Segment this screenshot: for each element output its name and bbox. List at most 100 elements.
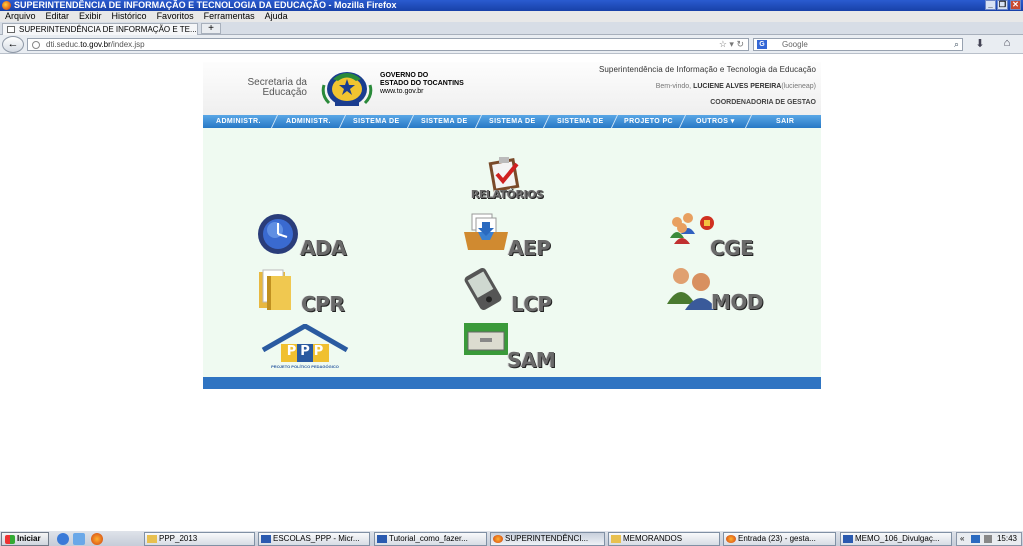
menu-item-projeto-pc[interactable]: PROJETO PC bbox=[611, 115, 687, 128]
app-sam[interactable]: SAM bbox=[463, 322, 573, 374]
menu-item-sair[interactable]: SAIR bbox=[746, 115, 824, 128]
volume-icon[interactable] bbox=[983, 534, 992, 543]
taskbar-item-label: Tutorial_como_fazer... bbox=[389, 534, 468, 543]
firefox-icon bbox=[493, 535, 503, 543]
clock-icon bbox=[258, 214, 298, 254]
app-ppp[interactable]: PPP PROJETO POLÍTICO PEDAGÓGICO bbox=[259, 324, 351, 376]
minimize-button[interactable]: _ bbox=[985, 0, 996, 10]
download-icon[interactable]: ⬇ bbox=[972, 37, 988, 52]
search-placeholder: Google bbox=[782, 40, 808, 49]
word-icon bbox=[843, 535, 853, 543]
taskbar-item-ppp2013[interactable]: PPP_2013 bbox=[144, 532, 255, 546]
app-cge[interactable]: CGE bbox=[668, 212, 778, 262]
welcome-prefix: Bem-vindo, bbox=[655, 83, 694, 90]
ie-quicklaunch-icon[interactable] bbox=[57, 533, 69, 545]
menu-historico[interactable]: Histórico bbox=[107, 11, 152, 22]
app-cpr[interactable]: CPR bbox=[253, 268, 363, 318]
app-label-ada: ADA bbox=[300, 236, 347, 260]
menu-item-label: SISTEMA DE bbox=[557, 118, 604, 125]
firefox-quicklaunch-icon[interactable] bbox=[91, 533, 103, 545]
superintendencia-title: Superintendência de Informação e Tecnolo… bbox=[598, 65, 816, 74]
taskbar-item-tutorial[interactable]: Tutorial_como_fazer... bbox=[374, 532, 487, 546]
app-launcher-panel: RELATÓRIOS ADA AEP CGE CPR LCP MOD PPP P… bbox=[203, 128, 821, 377]
tab-strip: SUPERINTENDÊNCIA DE INFORMAÇÃO E TE... + bbox=[0, 22, 1023, 35]
browser-tab[interactable]: SUPERINTENDÊNCIA DE INFORMAÇÃO E TE... bbox=[2, 23, 198, 35]
windows-logo-icon bbox=[5, 535, 15, 544]
app-label-cpr: CPR bbox=[301, 292, 345, 316]
search-input[interactable]: G Google ⌕ bbox=[753, 38, 963, 51]
taskbar-item-label: SUPERINTENDÊNCI... bbox=[505, 534, 589, 543]
taskbar-item-memo106[interactable]: MEMO_106_Divulgaç... bbox=[840, 532, 952, 546]
tray-expand-icon[interactable]: « bbox=[957, 534, 964, 543]
search-icon[interactable]: ⌕ bbox=[954, 39, 959, 50]
app-relatorios[interactable]: RELATÓRIOS bbox=[471, 154, 561, 204]
menu-item-label: ADMINISTR. bbox=[216, 118, 261, 125]
app-lcp[interactable]: LCP bbox=[459, 268, 569, 318]
show-desktop-icon[interactable] bbox=[73, 533, 85, 545]
menu-item-label: OUTROS ▾ bbox=[696, 118, 735, 125]
menu-item-label: SISTEMA DE bbox=[489, 118, 536, 125]
start-button[interactable]: Iniciar bbox=[1, 532, 49, 546]
bookmark-star-icon[interactable]: ☆ bbox=[719, 39, 727, 49]
taskbar-item-label: PPP_2013 bbox=[159, 534, 198, 543]
taskbar-item-label: MEMO_106_Divulgaç... bbox=[855, 534, 940, 543]
government-label: GOVERNO DO ESTADO DO TOCANTINS www.to.go… bbox=[380, 72, 464, 96]
gov-line-2: ESTADO DO TOCANTINS bbox=[380, 80, 464, 87]
menu-ferramentas[interactable]: Ferramentas bbox=[199, 11, 260, 22]
google-icon[interactable]: G bbox=[757, 40, 767, 49]
page-footer-bar bbox=[203, 377, 821, 389]
back-button[interactable]: ← bbox=[2, 36, 24, 53]
app-ada[interactable]: ADA bbox=[256, 212, 366, 262]
taskbar-item-superintendencia[interactable]: SUPERINTENDÊNCI... bbox=[490, 532, 605, 546]
pda-device-icon bbox=[464, 268, 502, 310]
menu-item-administr-2[interactable]: ADMINISTR. bbox=[271, 115, 347, 128]
folder-icon bbox=[259, 269, 291, 310]
menu-item-sistema-2[interactable]: SISTEMA DE bbox=[407, 115, 483, 128]
reload-icon[interactable]: ↻ bbox=[736, 39, 744, 49]
start-label: Iniciar bbox=[17, 534, 41, 543]
history-dropdown-icon[interactable]: ▾ bbox=[729, 39, 734, 49]
system-tray: « 15:43 bbox=[956, 532, 1022, 546]
url-bar[interactable]: dti.seduc.to.gov.br/index.jsp ☆ ▾ ↻ bbox=[27, 38, 749, 51]
menu-favoritos[interactable]: Favoritos bbox=[152, 11, 199, 22]
menu-item-outros[interactable]: OUTROS ▾ bbox=[679, 115, 753, 128]
menu-exibir[interactable]: Exibir bbox=[74, 11, 107, 22]
menu-bar: Arquivo Editar Exibir Histórico Favoritos Fer… bbox=[0, 11, 1023, 22]
home-icon[interactable]: ⌂ bbox=[999, 37, 1015, 52]
tocantins-seal-icon bbox=[321, 72, 373, 106]
taskbar-item-memorandos[interactable]: MEMORANDOS bbox=[608, 532, 720, 546]
app-mod[interactable]: MOD bbox=[665, 266, 775, 316]
taskbar-item-label: Entrada (23) - gesta... bbox=[738, 534, 816, 543]
app-label-sam: SAM bbox=[507, 348, 556, 372]
menu-item-label: SISTEMA DE bbox=[353, 118, 400, 125]
network-icon[interactable] bbox=[970, 534, 980, 543]
app-aep[interactable]: AEP bbox=[462, 212, 572, 262]
close-button[interactable]: ✕ bbox=[1010, 0, 1021, 10]
user-login: (lucieneap) bbox=[781, 83, 816, 90]
menu-item-sistema-4[interactable]: SISTEMA DE bbox=[543, 115, 619, 128]
restore-button[interactable]: ❐ bbox=[997, 0, 1008, 10]
gov-line-1: GOVERNO DO bbox=[380, 72, 429, 79]
taskbar-item-entrada[interactable]: Entrada (23) - gesta... bbox=[723, 532, 836, 546]
menu-arquivo[interactable]: Arquivo bbox=[0, 11, 41, 22]
app-label-relatorios: RELATÓRIOS bbox=[471, 188, 544, 201]
new-tab-button[interactable]: + bbox=[201, 23, 221, 34]
app-label-aep: AEP bbox=[508, 236, 551, 260]
taskbar-item-escolas-ppp[interactable]: ESCOLAS_PPP - Micr... bbox=[258, 532, 370, 546]
menu-item-administr-1[interactable]: ADMINISTR. bbox=[199, 115, 279, 128]
url-prefix: dti.seduc. bbox=[46, 40, 81, 49]
menu-ajuda[interactable]: Ajuda bbox=[260, 11, 293, 22]
menu-item-sistema-3[interactable]: SISTEMA DE bbox=[475, 115, 551, 128]
app-label-mod: MOD bbox=[711, 290, 764, 314]
menu-editar[interactable]: Editar bbox=[41, 11, 75, 22]
gov-url: www.to.gov.br bbox=[380, 88, 424, 95]
firefox-icon bbox=[726, 535, 736, 543]
navigation-bar: ← dti.seduc.to.gov.br/index.jsp ☆ ▾ ↻ G … bbox=[0, 35, 1023, 54]
menu-item-sistema-1[interactable]: SISTEMA DE bbox=[339, 115, 415, 128]
welcome-text: Bem-vindo, LUCIENE ALVES PEREIRA(luciene… bbox=[656, 83, 816, 90]
taskbar-item-label: ESCOLAS_PPP - Micr... bbox=[273, 534, 360, 543]
clock[interactable]: 15:43 bbox=[997, 533, 1017, 545]
site-header: Secretaria da Educação GOVERNO DO ESTADO… bbox=[203, 62, 821, 115]
url-domain: to.gov.br bbox=[80, 40, 111, 49]
globe-icon bbox=[32, 41, 40, 49]
